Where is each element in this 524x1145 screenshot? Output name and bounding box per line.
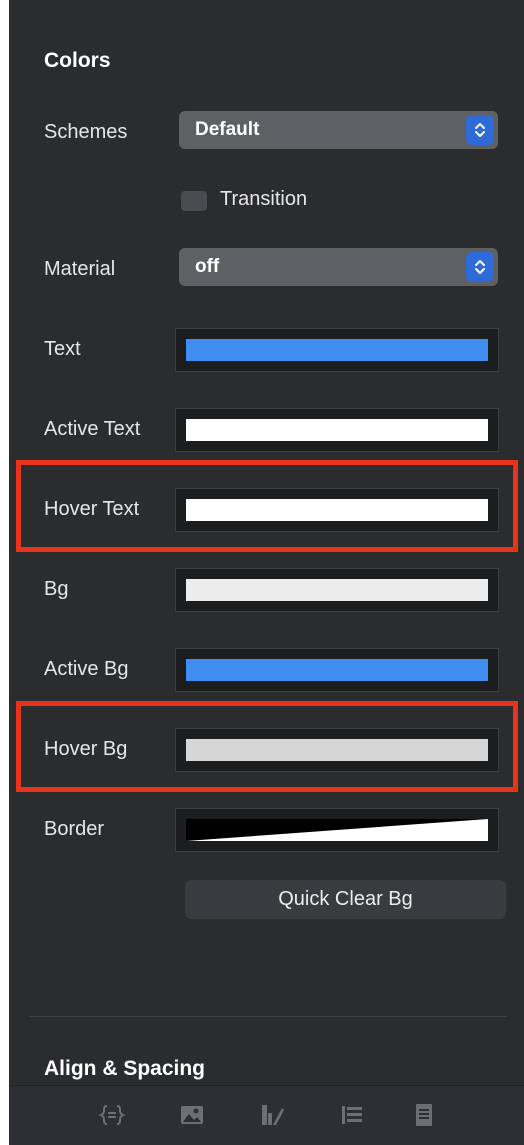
- bg-color-label: Bg: [44, 578, 69, 600]
- schemes-label: Schemes: [44, 121, 128, 143]
- active-text-color-swatch: [186, 419, 488, 441]
- colors-section-title: Colors: [44, 49, 111, 72]
- active-bg-color-well[interactable]: [175, 648, 499, 692]
- text-color-well[interactable]: [175, 328, 499, 372]
- bg-color-well[interactable]: [175, 568, 499, 612]
- chevron-updown-icon: [466, 252, 494, 282]
- schemes-value: Default: [195, 119, 260, 140]
- schemes-select[interactable]: Default: [179, 111, 498, 149]
- transition-label: Transition: [220, 188, 308, 210]
- material-label: Material: [44, 258, 116, 280]
- text-color-label: Text: [44, 338, 81, 360]
- hover-text-color-well[interactable]: [175, 488, 499, 532]
- styles-icon[interactable]: [259, 1102, 285, 1128]
- hover-bg-color-swatch: [186, 739, 488, 761]
- transition-checkbox[interactable]: [181, 191, 207, 211]
- hover-bg-color-well[interactable]: [175, 728, 499, 772]
- inspector-panel: Colors Schemes Default Transition Materi…: [9, 0, 524, 1145]
- document-icon[interactable]: [411, 1102, 437, 1128]
- hover-bg-color-label: Hover Bg: [44, 738, 128, 760]
- image-icon[interactable]: [179, 1102, 205, 1128]
- material-value: off: [195, 256, 220, 277]
- border-color-well[interactable]: [175, 808, 499, 852]
- section-divider: [29, 1016, 507, 1017]
- bg-color-swatch: [186, 579, 488, 601]
- chevron-updown-icon: [466, 115, 494, 145]
- active-text-color-label: Active Text: [44, 418, 141, 440]
- quick-clear-bg-button[interactable]: Quick Clear Bg: [185, 880, 506, 919]
- braces-icon[interactable]: [98, 1102, 126, 1128]
- active-text-color-well[interactable]: [175, 408, 499, 452]
- inspector-toolbar: [9, 1085, 524, 1145]
- hover-text-color-label: Hover Text: [44, 498, 140, 520]
- align-spacing-section-title: Align & Spacing: [44, 1057, 206, 1080]
- hover-text-color-swatch: [186, 499, 488, 521]
- text-color-swatch: [186, 339, 488, 361]
- list-icon[interactable]: [339, 1102, 365, 1128]
- active-bg-color-swatch: [186, 659, 488, 681]
- active-bg-color-label: Active Bg: [44, 658, 129, 680]
- border-color-swatch: [186, 819, 488, 841]
- material-select[interactable]: off: [179, 248, 498, 286]
- border-color-label: Border: [44, 818, 105, 840]
